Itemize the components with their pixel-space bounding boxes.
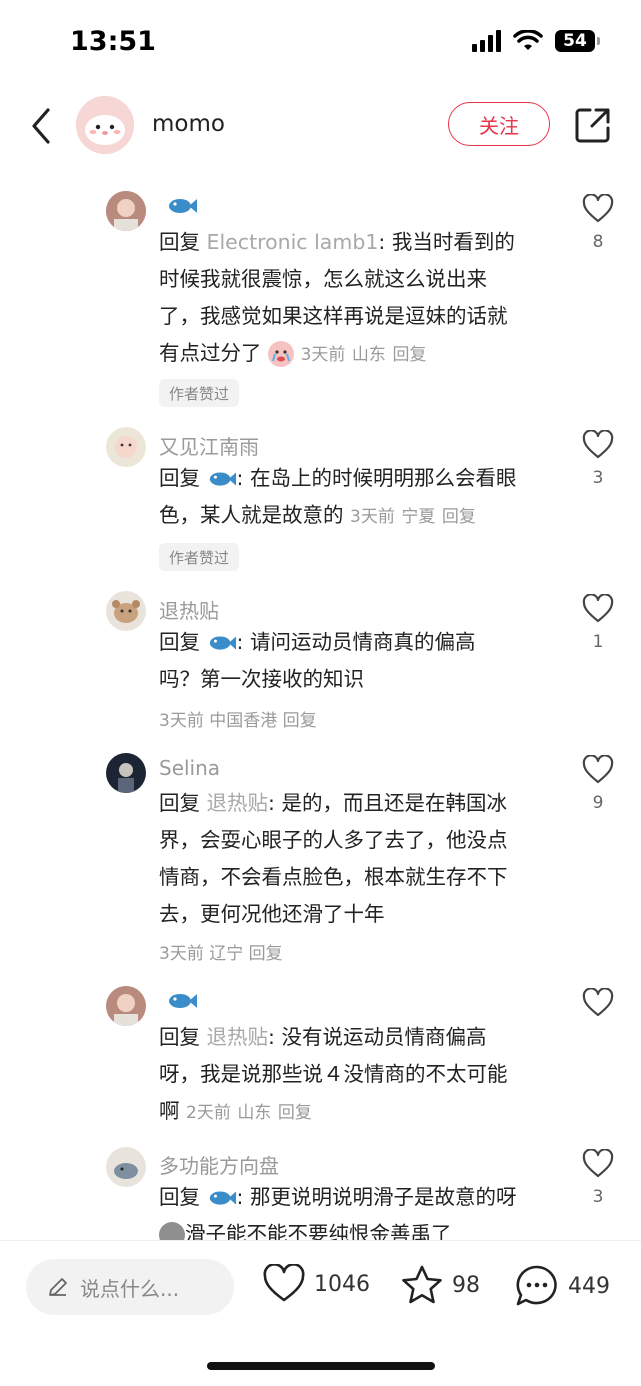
like-total: 1046 xyxy=(314,1271,370,1297)
comment-total: 449 xyxy=(568,1273,610,1299)
comment-action[interactable]: 449 xyxy=(514,1264,610,1308)
like-count: 3 xyxy=(592,1187,604,1207)
bottom-divider xyxy=(0,1240,641,1241)
reply-prefix: 回复 xyxy=(159,1185,207,1209)
comment-text-line: 滑子能不能不要纯恨金善禹了 xyxy=(185,1222,452,1240)
collect-total: 98 xyxy=(452,1272,480,1298)
commenter-avatar[interactable] xyxy=(106,1147,146,1187)
avatar-art xyxy=(106,1147,146,1187)
heart-icon[interactable] xyxy=(582,1149,614,1179)
ghost-emoji-icon xyxy=(159,1222,185,1240)
home-indicator[interactable] xyxy=(207,1362,435,1370)
comment-bubble-icon xyxy=(516,1265,557,1306)
commenter-name[interactable]: 多功能方向盘 xyxy=(159,1150,279,1179)
like-action[interactable]: 1046 xyxy=(262,1264,370,1304)
star-icon xyxy=(402,1265,442,1304)
comment-input[interactable]: 说点什么... xyxy=(26,1259,234,1315)
comment-item: 多功能方向盘 回复 : 那更说明说明滑子是故意的呀 滑子能不能不要纯恨金善禹了 … xyxy=(0,0,641,1240)
collect-action[interactable]: 98 xyxy=(400,1264,480,1306)
comment-text-line: : 那更说明说明滑子是故意的呀 xyxy=(236,1185,517,1209)
fish-avatar-icon xyxy=(209,1191,236,1205)
heart-icon xyxy=(263,1264,305,1302)
pencil-icon xyxy=(49,1278,67,1296)
comment-text: 回复 : 那更说明说明滑子是故意的呀 滑子能不能不要纯恨金善禹了 xyxy=(159,1179,559,1240)
comment-input-placeholder: 说点什么... xyxy=(80,1276,180,1301)
